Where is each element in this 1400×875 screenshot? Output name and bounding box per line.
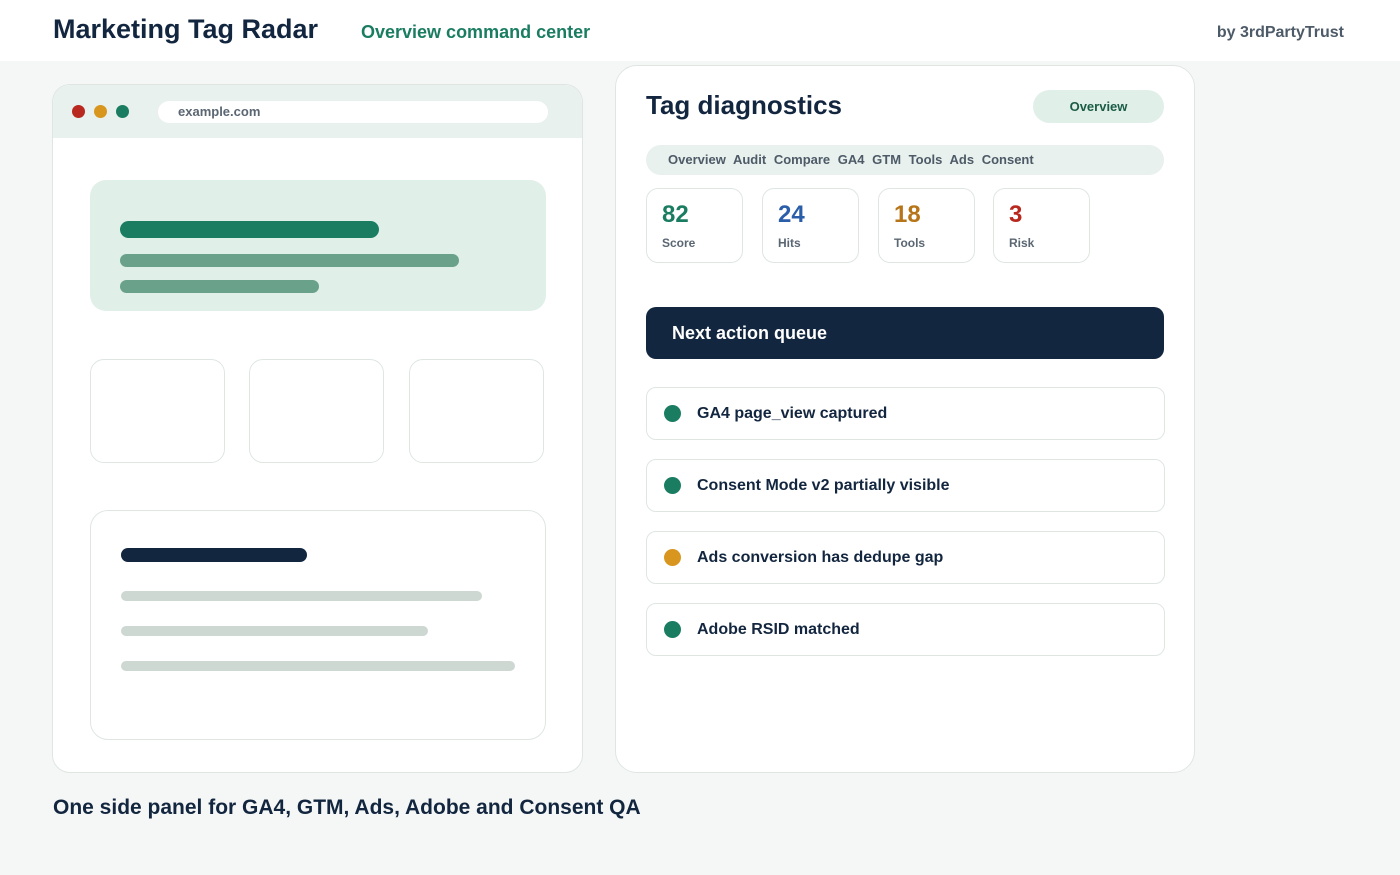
stat-label: Risk xyxy=(1009,236,1035,250)
byline: by 3rdPartyTrust xyxy=(1216,24,1344,41)
placeholder-line xyxy=(121,591,482,601)
panel-title: Tag diagnostics xyxy=(646,90,842,120)
browser-mockup: example.com xyxy=(52,84,583,773)
stat-value: 24 xyxy=(778,201,805,228)
tab-overview[interactable]: Overview xyxy=(668,152,726,167)
status-ok-icon xyxy=(664,405,681,422)
stat-label: Score xyxy=(662,236,696,250)
stat-card-risk: 3 Risk xyxy=(993,188,1090,263)
placeholder-line xyxy=(121,548,307,562)
stat-value: 3 xyxy=(1009,201,1023,228)
status-ok-icon xyxy=(664,621,681,638)
placeholder-line xyxy=(121,626,428,636)
tab-audit[interactable]: Audit xyxy=(733,152,766,167)
footer-caption: One side panel for GA4, GTM, Ads, Adobe … xyxy=(53,796,641,819)
queue-item-label: Consent Mode v2 partially visible xyxy=(697,477,950,494)
content-placeholder-card xyxy=(90,510,546,740)
placeholder-tile xyxy=(409,359,544,463)
queue-item-label: Ads conversion has dedupe gap xyxy=(697,549,944,566)
placeholder-line xyxy=(120,254,459,267)
queue-item[interactable]: Ads conversion has dedupe gap xyxy=(646,531,1165,584)
placeholder-tile xyxy=(249,359,384,463)
stat-value: 82 xyxy=(662,201,689,228)
stat-label: Tools xyxy=(894,236,926,250)
queue-item[interactable]: Adobe RSID matched xyxy=(646,603,1165,656)
status-warning-icon xyxy=(664,549,681,566)
queue-item-label: Adobe RSID matched xyxy=(697,621,860,638)
address-bar[interactable]: example.com xyxy=(158,101,548,123)
status-ok-icon xyxy=(664,477,681,494)
stat-card-tools: 18 Tools xyxy=(878,188,975,263)
browser-toolbar: example.com xyxy=(53,85,582,138)
hero-placeholder-card xyxy=(90,180,546,311)
placeholder-tile xyxy=(90,359,225,463)
placeholder-line xyxy=(120,280,319,293)
app-title: Marketing Tag Radar xyxy=(53,14,319,44)
tab-ads[interactable]: Ads xyxy=(950,152,975,167)
stat-label: Hits xyxy=(778,236,801,250)
tab-gtm[interactable]: GTM xyxy=(872,152,901,167)
queue-item[interactable]: Consent Mode v2 partially visible xyxy=(646,459,1165,512)
window-close-icon[interactable] xyxy=(72,105,85,118)
tag-diagnostics-panel: Tag diagnostics Overview Overview Audit … xyxy=(615,65,1195,773)
queue-header: Next action queue xyxy=(646,307,1164,359)
queue-item-label: GA4 page_view captured xyxy=(697,405,888,422)
tab-consent[interactable]: Consent xyxy=(982,152,1034,167)
view-badge[interactable]: Overview xyxy=(1033,90,1164,123)
app-subtitle: Overview command center xyxy=(361,22,591,42)
tab-tools[interactable]: Tools xyxy=(909,152,943,167)
stat-value: 18 xyxy=(894,201,921,228)
top-bar: Marketing Tag Radar Overview command cen… xyxy=(0,0,1400,61)
window-minimize-icon[interactable] xyxy=(94,105,107,118)
tab-ga4[interactable]: GA4 xyxy=(838,152,865,167)
window-maximize-icon[interactable] xyxy=(116,105,129,118)
tab-compare[interactable]: Compare xyxy=(774,152,830,167)
queue-item[interactable]: GA4 page_view captured xyxy=(646,387,1165,440)
placeholder-line xyxy=(120,221,379,238)
tab-strip: Overview Audit Compare GA4 GTM Tools Ads… xyxy=(646,145,1164,175)
placeholder-line xyxy=(121,661,515,671)
stat-card-hits: 24 Hits xyxy=(762,188,859,263)
stat-card-score: 82 Score xyxy=(646,188,743,263)
